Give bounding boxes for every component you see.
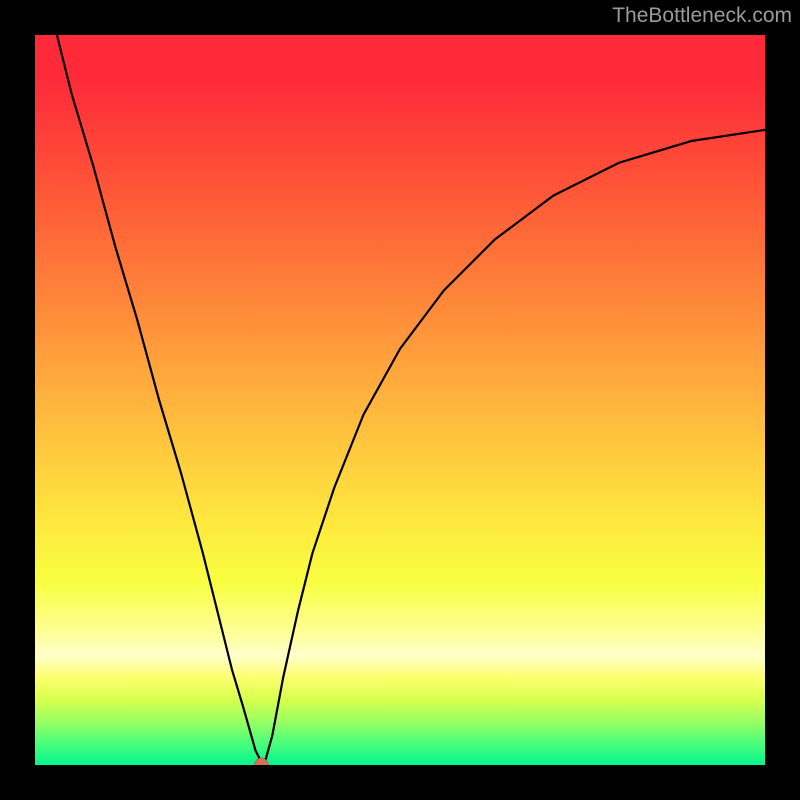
- chart-frame: TheBottleneck.com: [0, 0, 800, 800]
- minimum-dot: [254, 758, 268, 765]
- plot-area: [35, 35, 765, 765]
- watermark-text: TheBottleneck.com: [612, 4, 792, 28]
- curve-path: [57, 35, 765, 764]
- bottleneck-curve: [35, 35, 765, 765]
